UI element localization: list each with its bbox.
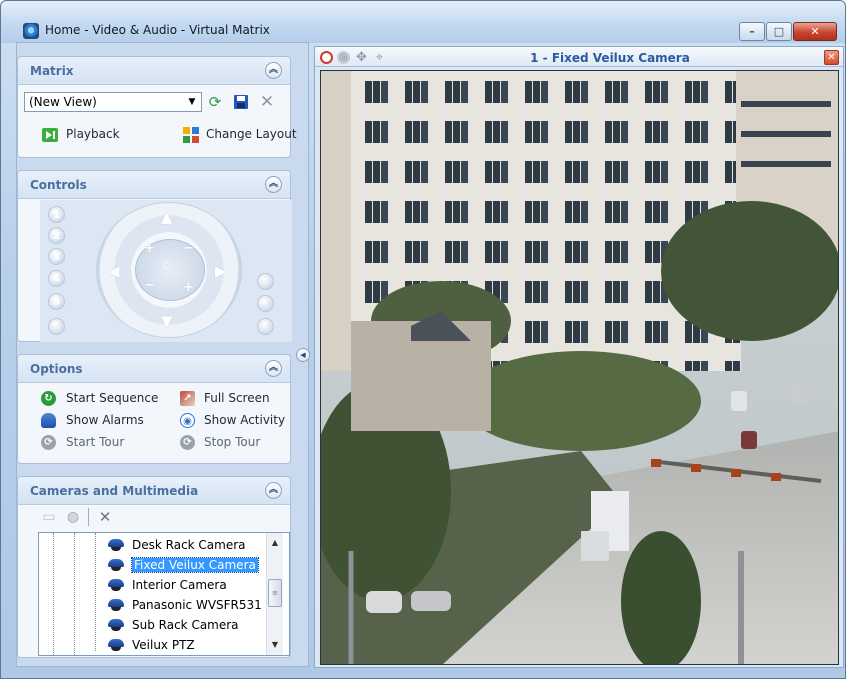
list-item-selected[interactable]: Fixed Veilux Camera xyxy=(106,556,259,574)
list-item[interactable]: Interior Camera xyxy=(106,576,227,594)
eye-icon[interactable]: ◉ xyxy=(180,413,195,428)
preset-button[interactable]: 5 xyxy=(48,293,65,310)
aux-button[interactable] xyxy=(257,273,274,290)
view-select-value: (New View) xyxy=(29,95,97,109)
tools-icon[interactable]: ✕ xyxy=(96,508,114,526)
camera-label: Veilux PTZ xyxy=(132,638,195,652)
list-item[interactable]: Desk Rack Camera xyxy=(106,536,246,554)
refresh-icon[interactable]: ⟳ xyxy=(206,93,224,111)
playback-label[interactable]: Playback xyxy=(66,127,120,141)
matrix-panel-header[interactable]: Matrix ︽ xyxy=(18,57,290,85)
delete-icon[interactable]: ✕ xyxy=(258,92,276,112)
panel-title: Options xyxy=(30,362,83,376)
preset-button[interactable]: 1 xyxy=(48,206,65,223)
panel-title: Cameras and Multimedia xyxy=(30,484,199,498)
ptz-move-icon[interactable]: ✥ xyxy=(355,51,368,64)
collapse-left-pane-icon[interactable]: ◀ xyxy=(296,348,310,362)
close-button[interactable]: ✕ xyxy=(793,22,837,41)
scroll-down-icon[interactable]: ▼ xyxy=(267,637,283,653)
collapse-icon[interactable]: ︽ xyxy=(265,482,282,499)
maximize-icon: □ xyxy=(773,25,785,38)
camera-icon xyxy=(106,538,126,552)
digital-zoom-icon[interactable]: ⌖ xyxy=(373,51,386,64)
camera-icon xyxy=(106,558,126,572)
snapshot-icon[interactable]: ◎ xyxy=(337,51,350,64)
show-activity-label[interactable]: Show Activity xyxy=(204,413,285,427)
toolbar-divider xyxy=(88,508,89,526)
collapse-icon[interactable]: ︽ xyxy=(265,176,282,193)
preset-button[interactable]: 2 xyxy=(48,227,65,244)
folder-icon[interactable]: ▭ xyxy=(40,508,58,526)
view-select[interactable]: (New View) ▼ xyxy=(24,92,202,112)
panel-title: Controls xyxy=(30,178,87,192)
pan-right-icon[interactable]: ▶ xyxy=(215,262,227,280)
camera-label: Panasonic WVSFR531 xyxy=(132,598,262,612)
camera-label: Fixed Veilux Camera xyxy=(131,557,259,573)
full-screen-icon[interactable]: ↗ xyxy=(180,391,195,406)
layout-icon[interactable] xyxy=(182,126,200,144)
pan-down-icon[interactable]: ▼ xyxy=(161,312,173,330)
record-icon[interactable] xyxy=(320,51,333,64)
close-icon: ✕ xyxy=(810,25,820,38)
preset-more-button[interactable]: ˅ xyxy=(48,318,65,335)
aux-button[interactable] xyxy=(257,295,274,312)
minimize-icon: – xyxy=(749,25,755,38)
start-sequence-icon[interactable]: ↻ xyxy=(41,391,56,406)
camera-video-feed[interactable] xyxy=(320,70,839,665)
scrollbar[interactable]: ▲ ≡ ▼ xyxy=(266,533,283,655)
preset-button[interactable]: 4 xyxy=(48,270,65,287)
save-icon[interactable] xyxy=(232,93,250,111)
tree-guide xyxy=(95,533,96,651)
tour-icon: ⟳ xyxy=(41,435,56,450)
video-title: 1 - Fixed Veilux Camera xyxy=(530,51,690,65)
start-tour-label[interactable]: Start Tour xyxy=(66,435,124,449)
zoom-out-icon[interactable]: − xyxy=(144,278,155,293)
pan-left-icon[interactable]: ◀ xyxy=(108,262,120,280)
stop-tour-label[interactable]: Stop Tour xyxy=(204,435,260,449)
focus-minus-icon[interactable]: − xyxy=(183,241,194,256)
chevron-down-icon[interactable]: ▼ xyxy=(185,95,199,109)
tour-icon: ⟳ xyxy=(180,435,195,450)
list-item[interactable]: Sub Rack Camera xyxy=(106,616,239,634)
cameras-panel-header[interactable]: Cameras and Multimedia ︽ xyxy=(18,477,290,505)
minimize-button[interactable]: – xyxy=(739,22,765,41)
list-item[interactable]: Panasonic WVSFR531 xyxy=(106,596,262,614)
camera-label: Sub Rack Camera xyxy=(132,618,239,632)
collapse-icon[interactable]: ︽ xyxy=(265,360,282,377)
video-close-icon[interactable]: ✕ xyxy=(824,50,839,65)
video-frame-image xyxy=(321,71,838,664)
show-alarms-label[interactable]: Show Alarms xyxy=(66,413,144,427)
camera-label: Interior Camera xyxy=(132,578,227,592)
options-panel-header[interactable]: Options ︽ xyxy=(18,355,290,383)
playback-icon[interactable] xyxy=(41,126,59,144)
show-alarms-icon[interactable] xyxy=(41,413,56,428)
maximize-button[interactable]: □ xyxy=(766,22,792,41)
zoom-in-icon[interactable]: + xyxy=(144,241,155,256)
title-bar[interactable]: Home - Video & Audio - Virtual Matrix – … xyxy=(1,1,845,43)
scroll-up-icon[interactable]: ▲ xyxy=(267,535,283,551)
app-icon xyxy=(23,23,39,39)
tree-guide xyxy=(53,533,54,655)
aux-more-button[interactable]: ˅ xyxy=(257,318,274,335)
scroll-thumb[interactable]: ≡ xyxy=(268,579,282,607)
camera-icon xyxy=(106,598,126,612)
camera-label: Desk Rack Camera xyxy=(132,538,246,552)
start-sequence-label[interactable]: Start Sequence xyxy=(66,391,158,405)
window-title: Home - Video & Audio - Virtual Matrix xyxy=(45,23,270,37)
collapse-icon[interactable]: ︽ xyxy=(265,62,282,79)
camera-icon xyxy=(106,638,126,652)
controls-panel-header[interactable]: Controls ︽ xyxy=(18,171,290,199)
list-item[interactable]: Veilux PTZ xyxy=(106,636,195,654)
preset-button[interactable]: 3 xyxy=(48,248,65,265)
globe-icon[interactable]: ◍ xyxy=(64,508,82,526)
change-layout-label[interactable]: Change Layout xyxy=(206,127,297,141)
tree-guide xyxy=(74,533,75,655)
panel-title: Matrix xyxy=(30,64,74,78)
iris-icon[interactable]: ⊚ xyxy=(161,258,172,273)
full-screen-label[interactable]: Full Screen xyxy=(204,391,270,405)
camera-icon xyxy=(106,618,126,632)
pan-up-icon[interactable]: ▲ xyxy=(161,208,173,226)
focus-plus-icon[interactable]: + xyxy=(183,280,194,295)
camera-icon xyxy=(106,578,126,592)
